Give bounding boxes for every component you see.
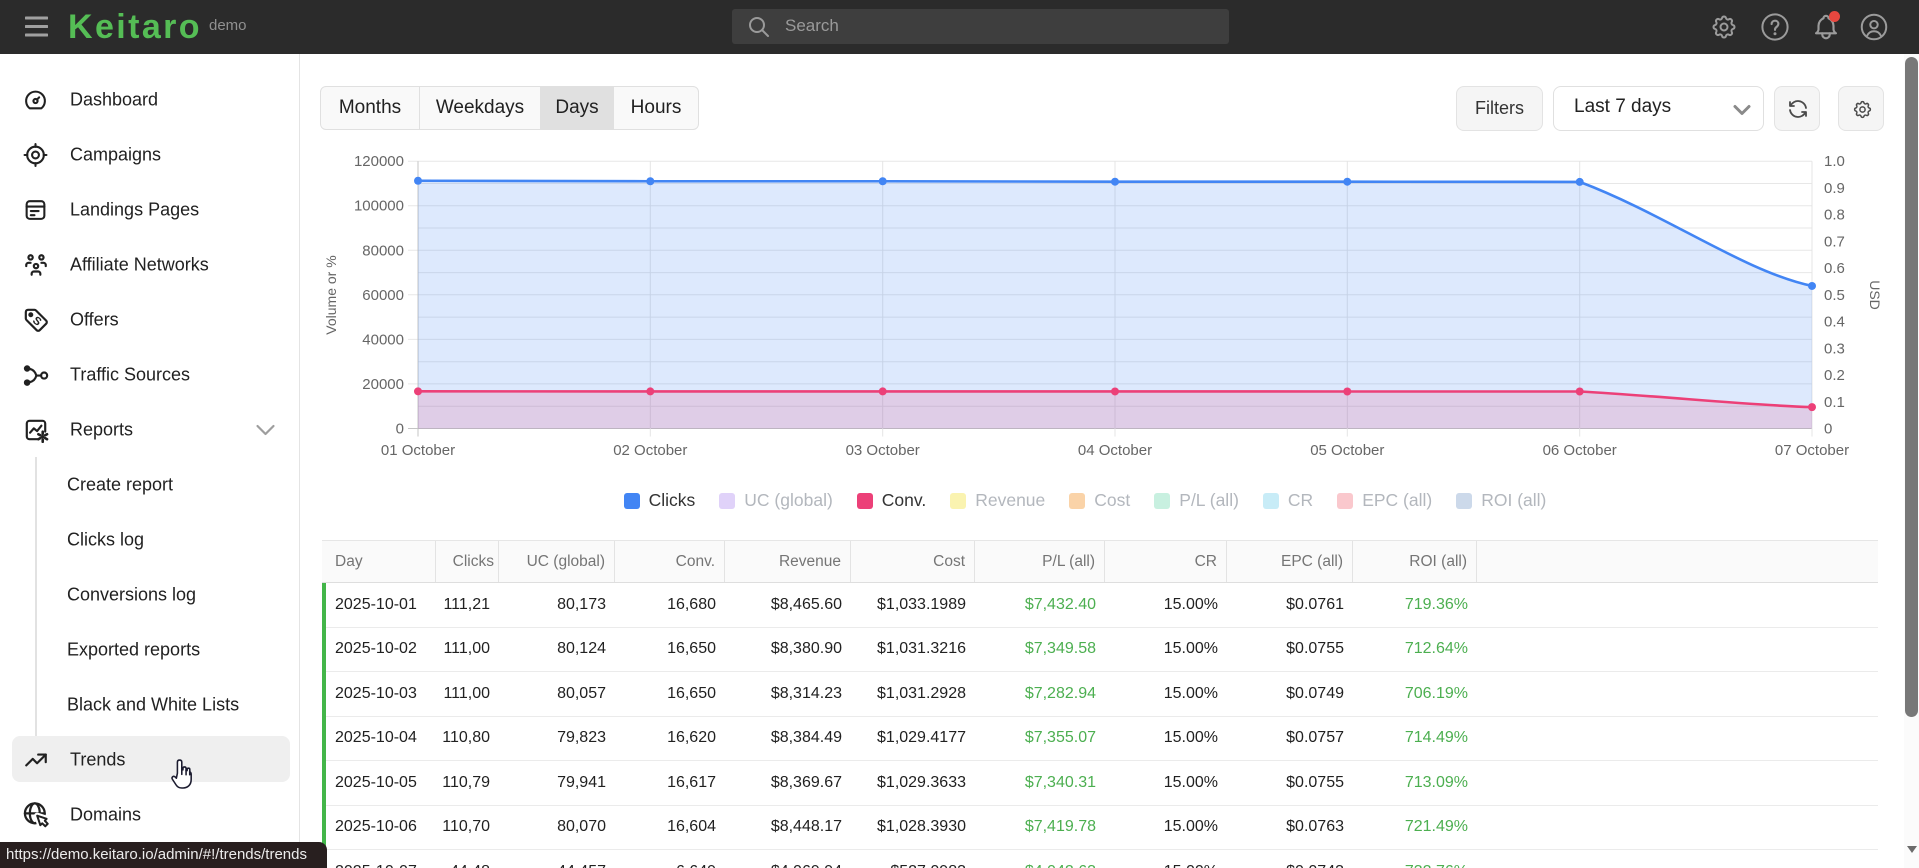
svg-text:0: 0	[1824, 421, 1832, 438]
svg-text:06 October: 06 October	[1543, 442, 1617, 459]
svg-text:USD: USD	[1867, 280, 1883, 310]
svg-text:0: 0	[396, 421, 404, 438]
svg-text:07 October: 07 October	[1775, 442, 1849, 459]
svg-text:40000: 40000	[362, 331, 404, 348]
svg-text:0.2: 0.2	[1824, 367, 1845, 384]
svg-text:0.1: 0.1	[1824, 394, 1845, 411]
svg-text:0.5: 0.5	[1824, 287, 1845, 304]
svg-text:120000: 120000	[354, 153, 404, 170]
svg-text:Volume or %: Volume or %	[323, 255, 339, 334]
svg-text:60000: 60000	[362, 287, 404, 304]
svg-text:0.3: 0.3	[1824, 340, 1845, 357]
svg-text:0.7: 0.7	[1824, 233, 1845, 250]
svg-text:03 October: 03 October	[846, 442, 920, 459]
svg-text:05 October: 05 October	[1310, 442, 1384, 459]
svg-text:0.6: 0.6	[1824, 260, 1845, 277]
svg-text:04 October: 04 October	[1078, 442, 1152, 459]
svg-text:20000: 20000	[362, 376, 404, 393]
svg-text:02 October: 02 October	[613, 442, 687, 459]
svg-text:1.0: 1.0	[1824, 153, 1845, 170]
svg-text:0.9: 0.9	[1824, 180, 1845, 197]
svg-text:80000: 80000	[362, 242, 404, 259]
svg-text:0.8: 0.8	[1824, 207, 1845, 224]
svg-text:0.4: 0.4	[1824, 314, 1845, 331]
svg-text:100000: 100000	[354, 198, 404, 215]
svg-text:01 October: 01 October	[381, 442, 455, 459]
